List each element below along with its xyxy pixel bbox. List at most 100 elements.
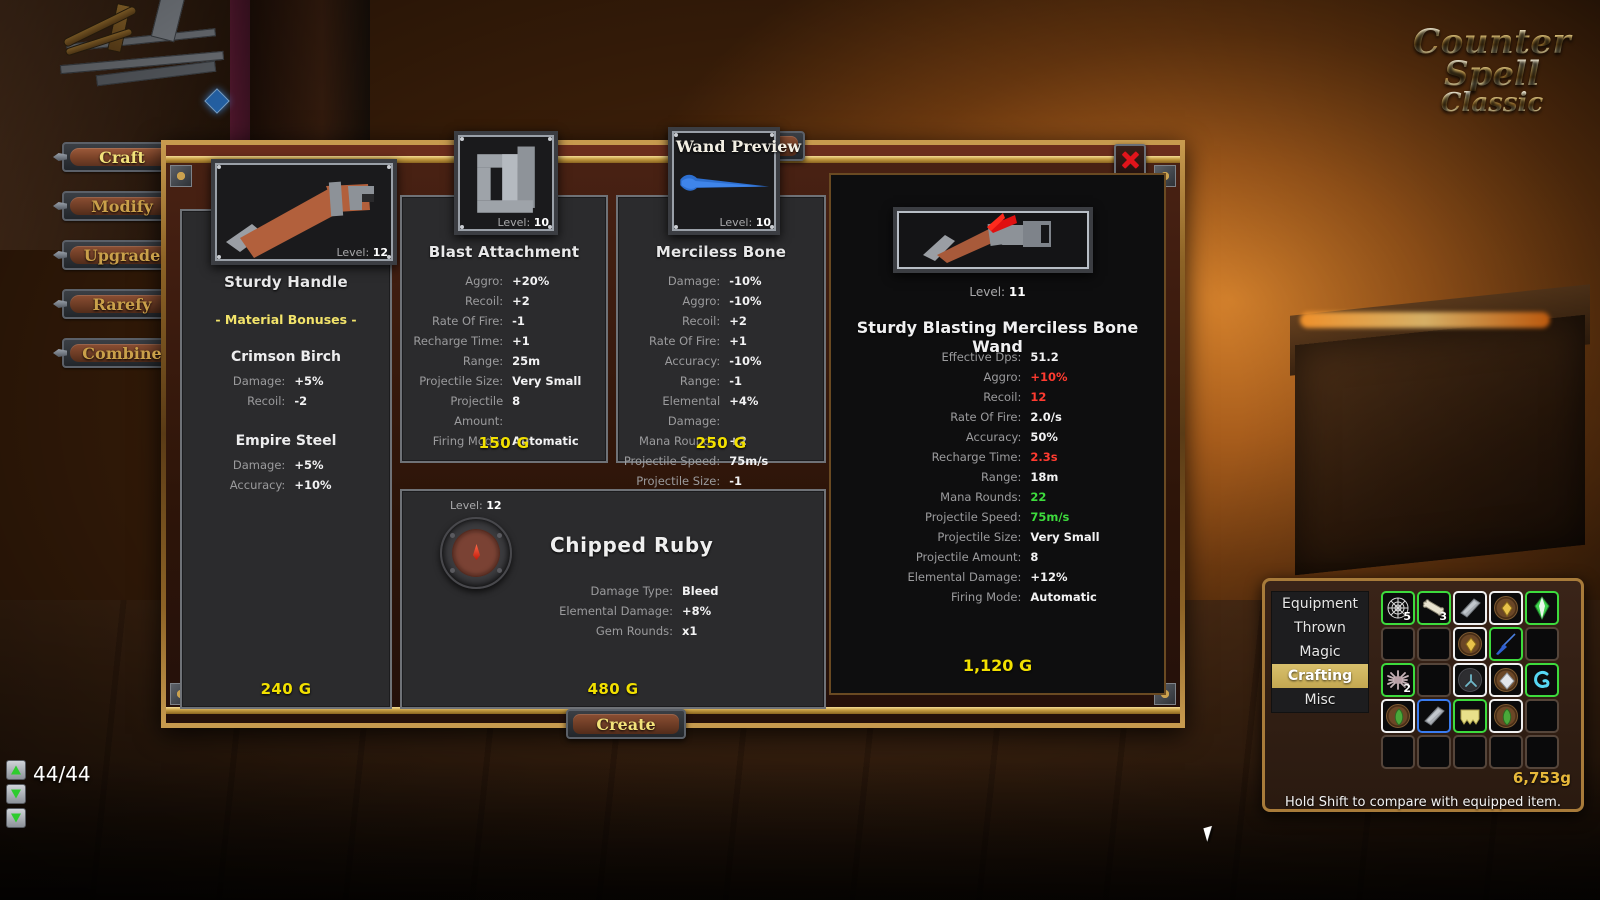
stat-key: Rate Of Fire:	[649, 334, 721, 348]
stat-row: Aggro: -10%	[618, 291, 824, 311]
stat-row: Damage: +5%	[182, 371, 390, 391]
component-card[interactable]: Level: 10 Blast Attachment Aggro: +20% Recoi…	[400, 131, 608, 463]
inventory-slot-empty[interactable]	[1417, 627, 1451, 661]
component-thumbnail[interactable]: Level: 12	[211, 159, 397, 265]
material-stats-list: Damage: +5% Accuracy: +10%	[182, 455, 390, 495]
stat-value: -10%	[729, 274, 762, 288]
inventory-slot-empty[interactable]	[1525, 699, 1559, 733]
inventory-slot-empty[interactable]	[1417, 735, 1451, 769]
item-quantity: 5	[1403, 610, 1411, 623]
material-name: Empire Steel	[235, 433, 337, 449]
stat-row: Recharge Time: 2.3s	[845, 447, 1154, 467]
component-thumbnail[interactable]: Level: 10	[454, 131, 558, 235]
inventory-slot-empty[interactable]	[1489, 735, 1523, 769]
gem-level-label: Level:	[450, 499, 483, 512]
stat-key: Effective Dps:	[941, 350, 1022, 364]
stat-value: x1	[682, 624, 698, 638]
close-x-icon	[1120, 150, 1140, 170]
inventory-slot-item[interactable]	[1381, 699, 1415, 733]
stat-row: Rate Of Fire: 2.0/s	[845, 407, 1154, 427]
inventory-slot-empty[interactable]	[1525, 735, 1559, 769]
stat-row: Firing Mode: Automatic	[845, 587, 1154, 607]
component-card[interactable]: Level: 12 Sturdy Handle - Material Bonuses…	[180, 159, 397, 709]
stat-key: Elemental Damage:	[907, 570, 1022, 584]
inventory-tab-thrown[interactable]: Thrown	[1272, 616, 1368, 640]
inventory-slot-item[interactable]	[1489, 591, 1523, 625]
stat-value: 22	[1030, 490, 1047, 504]
inventory-slot-empty[interactable]	[1381, 627, 1415, 661]
inventory-slot-item[interactable]	[1489, 663, 1523, 697]
stat-value: +12%	[1030, 570, 1068, 584]
stat-value: +8%	[682, 604, 712, 618]
inventory-tab-label: Crafting	[1287, 668, 1353, 684]
gem-card[interactable]: Level: 12 Chipped Ruby Damage Type: Bleed El…	[400, 489, 826, 709]
stat-value: +2	[729, 314, 747, 328]
inventory-slot-empty[interactable]	[1453, 735, 1487, 769]
inventory-tab-label: Misc	[1304, 692, 1336, 708]
component-stats-list: Aggro: +20% Recoil: +2 Rate Of Fire: -1 Rechar…	[402, 271, 606, 451]
stat-key: Mana Rounds:	[940, 490, 1022, 504]
inventory-hint-text: Hold Shift to compare with equipped item…	[1285, 795, 1561, 810]
stat-row: Recoil: 12	[845, 387, 1154, 407]
component-card[interactable]: Level: 10 Merciless Bone Damage: -10% Aggro:…	[616, 127, 826, 488]
stat-row: Recoil: +2	[618, 311, 824, 331]
inventory-slot-item[interactable]	[1453, 591, 1487, 625]
inventory-slot-item[interactable]	[1417, 699, 1451, 733]
stat-key: Rate Of Fire:	[950, 410, 1022, 424]
gem-level: Level: 12	[450, 499, 502, 512]
preview-level-value: 11	[1008, 285, 1026, 299]
arrow-down-icon[interactable]	[6, 784, 26, 804]
stat-value: 12	[1030, 390, 1047, 404]
stat-key: Damage Type:	[590, 584, 673, 598]
component-level-label: Level:	[497, 216, 531, 229]
stat-row: Mana Rounds: 22	[845, 487, 1154, 507]
inventory-slot-empty[interactable]	[1381, 735, 1415, 769]
wand-preview-title-text: Wand Preview	[675, 136, 802, 156]
stat-key: Recoil:	[983, 390, 1022, 404]
inventory-panel: Equipment Thrown Magic Crafting Misc 5 3 2 6,7…	[1262, 578, 1584, 812]
stat-row: Range: -1	[618, 371, 824, 391]
stat-value: +1	[729, 334, 747, 348]
inventory-tab-misc[interactable]: Misc	[1272, 688, 1368, 712]
stat-key: Recharge Time:	[413, 334, 504, 348]
inventory-slot-empty[interactable]	[1525, 627, 1559, 661]
inventory-slot-item[interactable]: 5	[1381, 591, 1415, 625]
stat-key: Rate Of Fire:	[431, 314, 504, 328]
inventory-slot-item[interactable]	[1453, 627, 1487, 661]
stat-value: Very Small	[512, 374, 582, 388]
inventory-tab-crafting[interactable]: Crafting	[1272, 664, 1368, 688]
arrow-download-icon[interactable]	[6, 808, 26, 828]
component-level-value: 10	[755, 216, 771, 229]
stat-key: Damage:	[232, 458, 286, 472]
stat-key: Range:	[679, 374, 721, 388]
stat-row: Aggro: +20%	[402, 271, 606, 291]
stat-row: Damage: +5%	[182, 455, 390, 475]
inventory-slot-empty[interactable]	[1417, 663, 1451, 697]
stat-value: -1	[729, 374, 743, 388]
stat-row: Recoil: -2	[182, 391, 390, 411]
inventory-slot-item[interactable]	[1453, 699, 1487, 733]
inventory-slot-item[interactable]	[1453, 663, 1487, 697]
inventory-slot-item[interactable]	[1489, 699, 1523, 733]
stat-value: +10%	[1030, 370, 1068, 384]
stat-row: Elemental Damage: +8%	[520, 601, 820, 621]
inventory-slot-item[interactable]	[1525, 663, 1559, 697]
inventory-slot-item[interactable]: 2	[1381, 663, 1415, 697]
stat-row: Aggro: +10%	[845, 367, 1154, 387]
stat-row: Effective Dps: 51.2	[845, 347, 1154, 367]
inventory-slot-item[interactable]	[1525, 591, 1559, 625]
component-level-label: Level:	[336, 246, 370, 259]
material-bonuses-header: - Material Bonuses -	[215, 312, 357, 327]
inventory-slot-item[interactable]	[1489, 627, 1523, 661]
component-level-label: Level:	[719, 216, 753, 229]
close-button[interactable]	[1114, 144, 1146, 176]
create-button[interactable]: Create	[566, 709, 686, 739]
component-level: Level: 12	[336, 246, 388, 259]
stat-key: Firing Mode:	[951, 590, 1022, 604]
stat-row: Projectile Speed: 75m/s	[845, 507, 1154, 527]
inventory-tab-equipment[interactable]: Equipment	[1272, 592, 1368, 616]
inventory-slot-item[interactable]: 3	[1417, 591, 1451, 625]
inventory-tab-magic[interactable]: Magic	[1272, 640, 1368, 664]
arrow-up-icon[interactable]	[6, 760, 26, 780]
inventory-category-tabs: Equipment Thrown Magic Crafting Misc	[1271, 591, 1369, 713]
